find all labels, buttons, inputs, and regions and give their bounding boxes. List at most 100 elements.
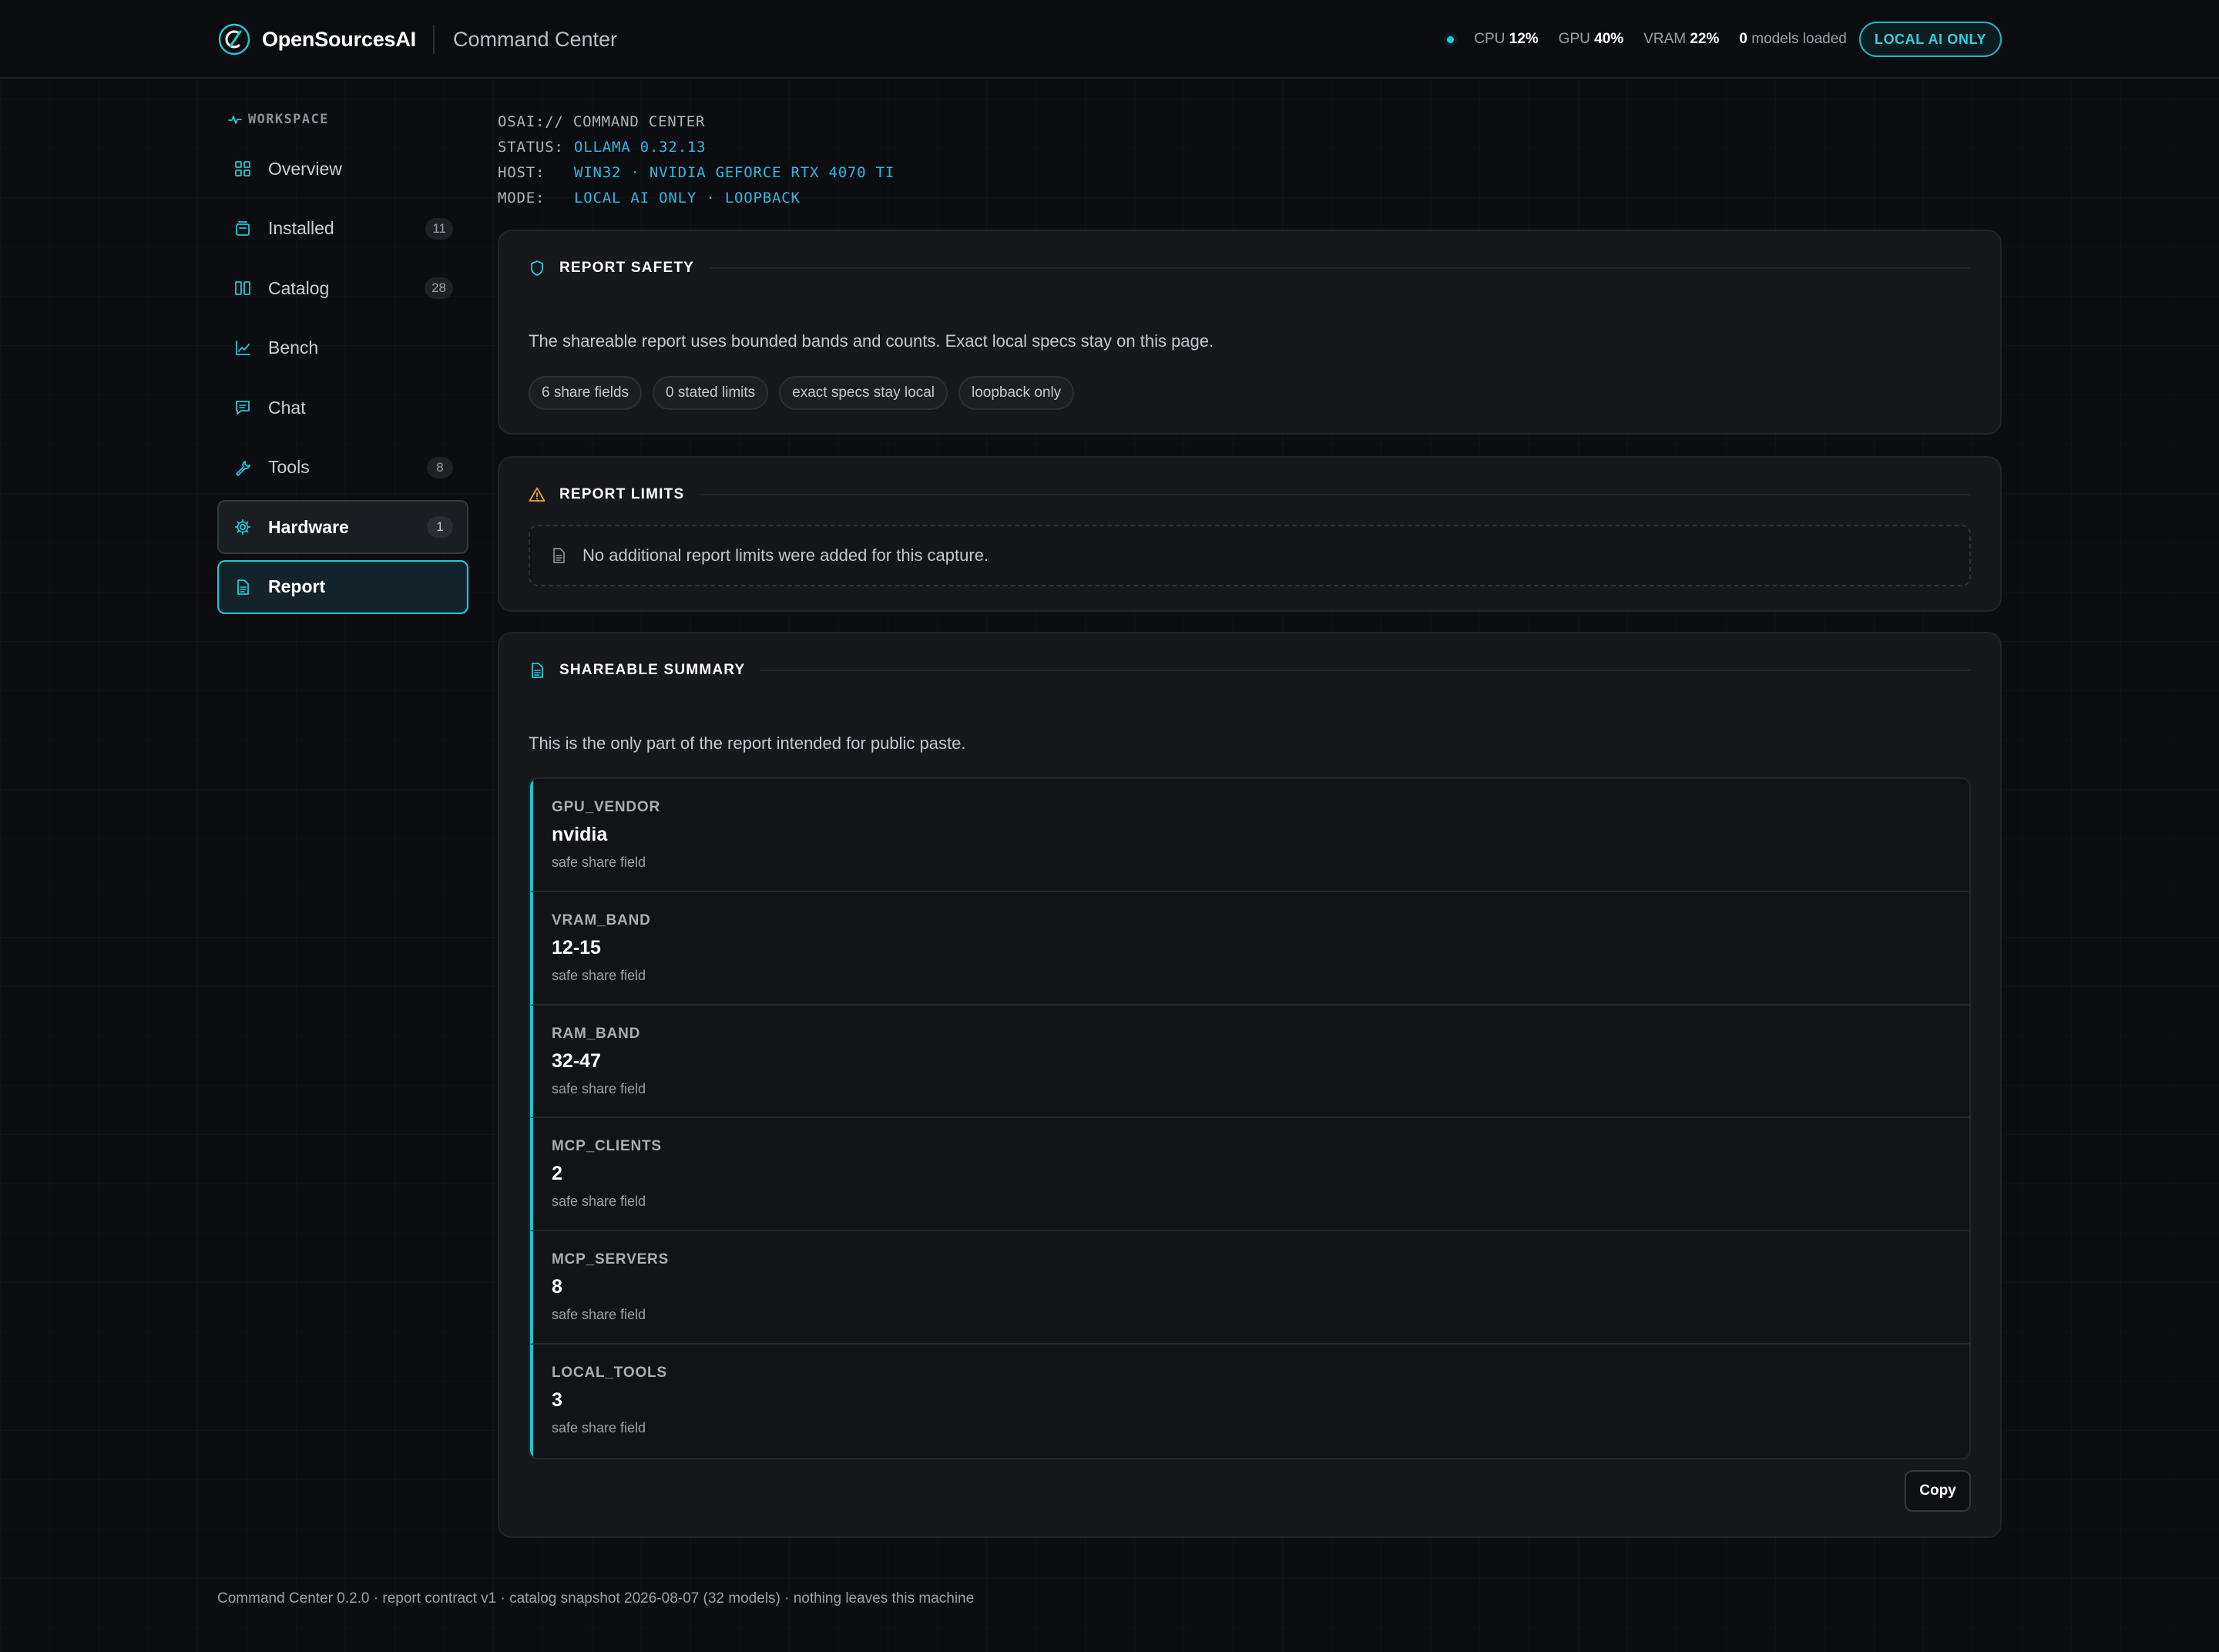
sidebar-item-bench[interactable]: Bench <box>217 321 468 375</box>
field-value: 2 <box>552 1163 562 1185</box>
field-note: safe share field <box>552 967 646 983</box>
terminal-line-host: HOST: WIN32 · NVIDIA GEFORCE RTX 4070 TI <box>498 160 2002 186</box>
footer: Command Center 0.2.0 · report contract v… <box>217 1590 975 1607</box>
sidebar-item-label: Catalog <box>268 277 330 298</box>
sidebar-item-report[interactable]: Report <box>217 559 468 614</box>
document-icon <box>237 579 249 595</box>
field-value: 8 <box>552 1276 562 1298</box>
cpu-value: 12% <box>1509 31 1539 47</box>
chat-icon <box>236 401 250 415</box>
vram-value: 22% <box>1690 31 1720 47</box>
live-status-dot <box>1447 35 1455 43</box>
mode-value: LOCAL AI ONLY · LOOPBACK <box>574 190 801 206</box>
sidebar-item-chat[interactable]: Chat <box>217 381 468 435</box>
chip-share-fields: 6 share fields <box>529 376 643 410</box>
count-badge: 28 <box>425 277 453 299</box>
empty-state-message: No additional report limits were added f… <box>582 546 989 565</box>
field-note: safe share field <box>552 855 646 870</box>
shield-icon <box>531 260 543 276</box>
field-key: LOCAL_TOOLS <box>552 1364 667 1381</box>
card-description: The shareable report uses bounded bands … <box>529 331 1214 351</box>
logo-icon <box>218 23 250 55</box>
shareable-summary-card: SHAREABLE SUMMARY This is the only part … <box>498 632 2002 1538</box>
field-value: 32-47 <box>552 1049 601 1072</box>
wrench-icon <box>236 460 250 476</box>
count-badge: 1 <box>427 516 453 538</box>
share-field-local-tools: LOCAL_TOOLS 3 safe share field <box>530 1344 1969 1458</box>
field-value: 3 <box>552 1388 562 1411</box>
gpu-value: 40% <box>1594 31 1624 47</box>
status-key: STATUS: <box>498 139 564 156</box>
share-field-list: GPU_VENDOR nvidia safe share field VRAM_… <box>529 777 1971 1459</box>
brand-divider <box>432 25 435 54</box>
sidebar-item-label: Tools <box>268 457 310 477</box>
field-key: MCP_CLIENTS <box>552 1138 662 1155</box>
card-title: REPORT SAFETY <box>559 260 695 276</box>
sidebar-item-label: Report <box>268 576 326 596</box>
sidebar-item-label: Hardware <box>268 516 349 537</box>
chip-specs-local: exact specs stay local <box>779 376 948 410</box>
top-bar: OpenSourcesAI Command Center CPU 12% GPU… <box>0 0 2219 79</box>
grid-icon <box>235 161 250 176</box>
field-note: safe share field <box>552 1194 646 1210</box>
terminal-line-title: OSAI:// COMMAND CENTER <box>498 113 706 130</box>
sidebar-item-overview[interactable]: Overview <box>217 142 468 196</box>
activity-icon <box>228 116 242 124</box>
models-stat: 0 models loaded <box>1739 31 1846 48</box>
field-value: nvidia <box>552 824 608 845</box>
share-field-mcp-servers: MCP_SERVERS 8 safe share field <box>530 1231 1969 1345</box>
chip-stated-limits: 0 stated limits <box>653 376 769 410</box>
sidebar-item-label: Chat <box>268 397 306 418</box>
field-key: MCP_SERVERS <box>552 1251 670 1268</box>
divider <box>700 494 1971 495</box>
chip-row: 6 share fields 0 stated limits exact spe… <box>529 376 1085 410</box>
share-field-mcp-clients: MCP_CLIENTS 2 safe share field <box>530 1118 1969 1232</box>
workspace-label: WORKSPACE <box>217 108 468 131</box>
chart-icon <box>236 340 250 355</box>
main-content: OSAI:// COMMAND CENTER STATUS: OLLAMA 0.3… <box>498 108 2002 1538</box>
status-value: OLLAMA 0.32.13 <box>574 139 707 156</box>
field-key: GPU_VENDOR <box>552 799 661 815</box>
sidebar-item-catalog[interactable]: Catalog 28 <box>217 261 468 315</box>
nav-list: Overview Installed 11 Catalog 28 Bench C… <box>217 142 468 614</box>
sidebar-item-label: Installed <box>268 218 334 238</box>
sidebar-item-hardware[interactable]: Hardware 1 <box>217 500 468 554</box>
local-ai-only-badge[interactable]: LOCAL AI ONLY <box>1858 22 2002 57</box>
host-key: HOST: <box>498 164 546 181</box>
document-icon <box>553 548 565 563</box>
field-key: VRAM_BAND <box>552 912 651 928</box>
gpu-label: GPU <box>1558 31 1590 47</box>
field-note: safe share field <box>552 1080 646 1096</box>
sidebar-item-label: Overview <box>268 158 342 179</box>
sidebar-item-installed[interactable]: Installed 11 <box>217 202 468 256</box>
warning-icon <box>529 487 546 502</box>
card-header: REPORT LIMITS <box>499 458 2000 532</box>
gear-icon <box>234 519 251 536</box>
field-note: safe share field <box>552 1419 646 1435</box>
terminal-line-mode: MODE: LOCAL AI ONLY · LOOPBACK <box>498 186 2002 211</box>
share-field-gpu-vendor: GPU_VENDOR nvidia safe share field <box>530 779 1969 892</box>
card-description: This is the only part of the report inte… <box>529 734 966 753</box>
gpu-stat: GPU 40% <box>1559 31 1624 48</box>
brand-name: OpenSourcesAI <box>262 27 416 51</box>
report-limits-card: REPORT LIMITS No additional report limit… <box>498 456 2002 612</box>
count-badge: 11 <box>425 217 453 240</box>
sidebar-item-tools[interactable]: Tools 8 <box>217 441 468 495</box>
sidebar: WORKSPACE Overview Installed 11 Catalog … <box>217 108 468 620</box>
report-safety-card: REPORT SAFETY The shareable report uses … <box>498 230 2002 435</box>
sidebar-item-label: Bench <box>268 337 319 358</box>
terminal-line-status: STATUS: OLLAMA 0.32.13 <box>498 135 2002 160</box>
cpu-label: CPU <box>1474 31 1506 47</box>
copy-button[interactable]: Copy <box>1905 1470 1971 1512</box>
field-value: 12-15 <box>552 936 601 959</box>
vram-stat: VRAM 22% <box>1643 31 1719 48</box>
field-key: RAM_BAND <box>552 1025 641 1042</box>
brand[interactable]: OpenSourcesAI Command Center <box>217 22 617 57</box>
brand-subtitle: Command Center <box>452 27 618 51</box>
chip-loopback: loopback only <box>958 376 1075 410</box>
count-badge: 8 <box>427 456 453 478</box>
package-icon <box>236 220 250 236</box>
card-title: REPORT LIMITS <box>559 486 685 502</box>
divider <box>760 670 1971 671</box>
document-icon <box>532 663 543 678</box>
